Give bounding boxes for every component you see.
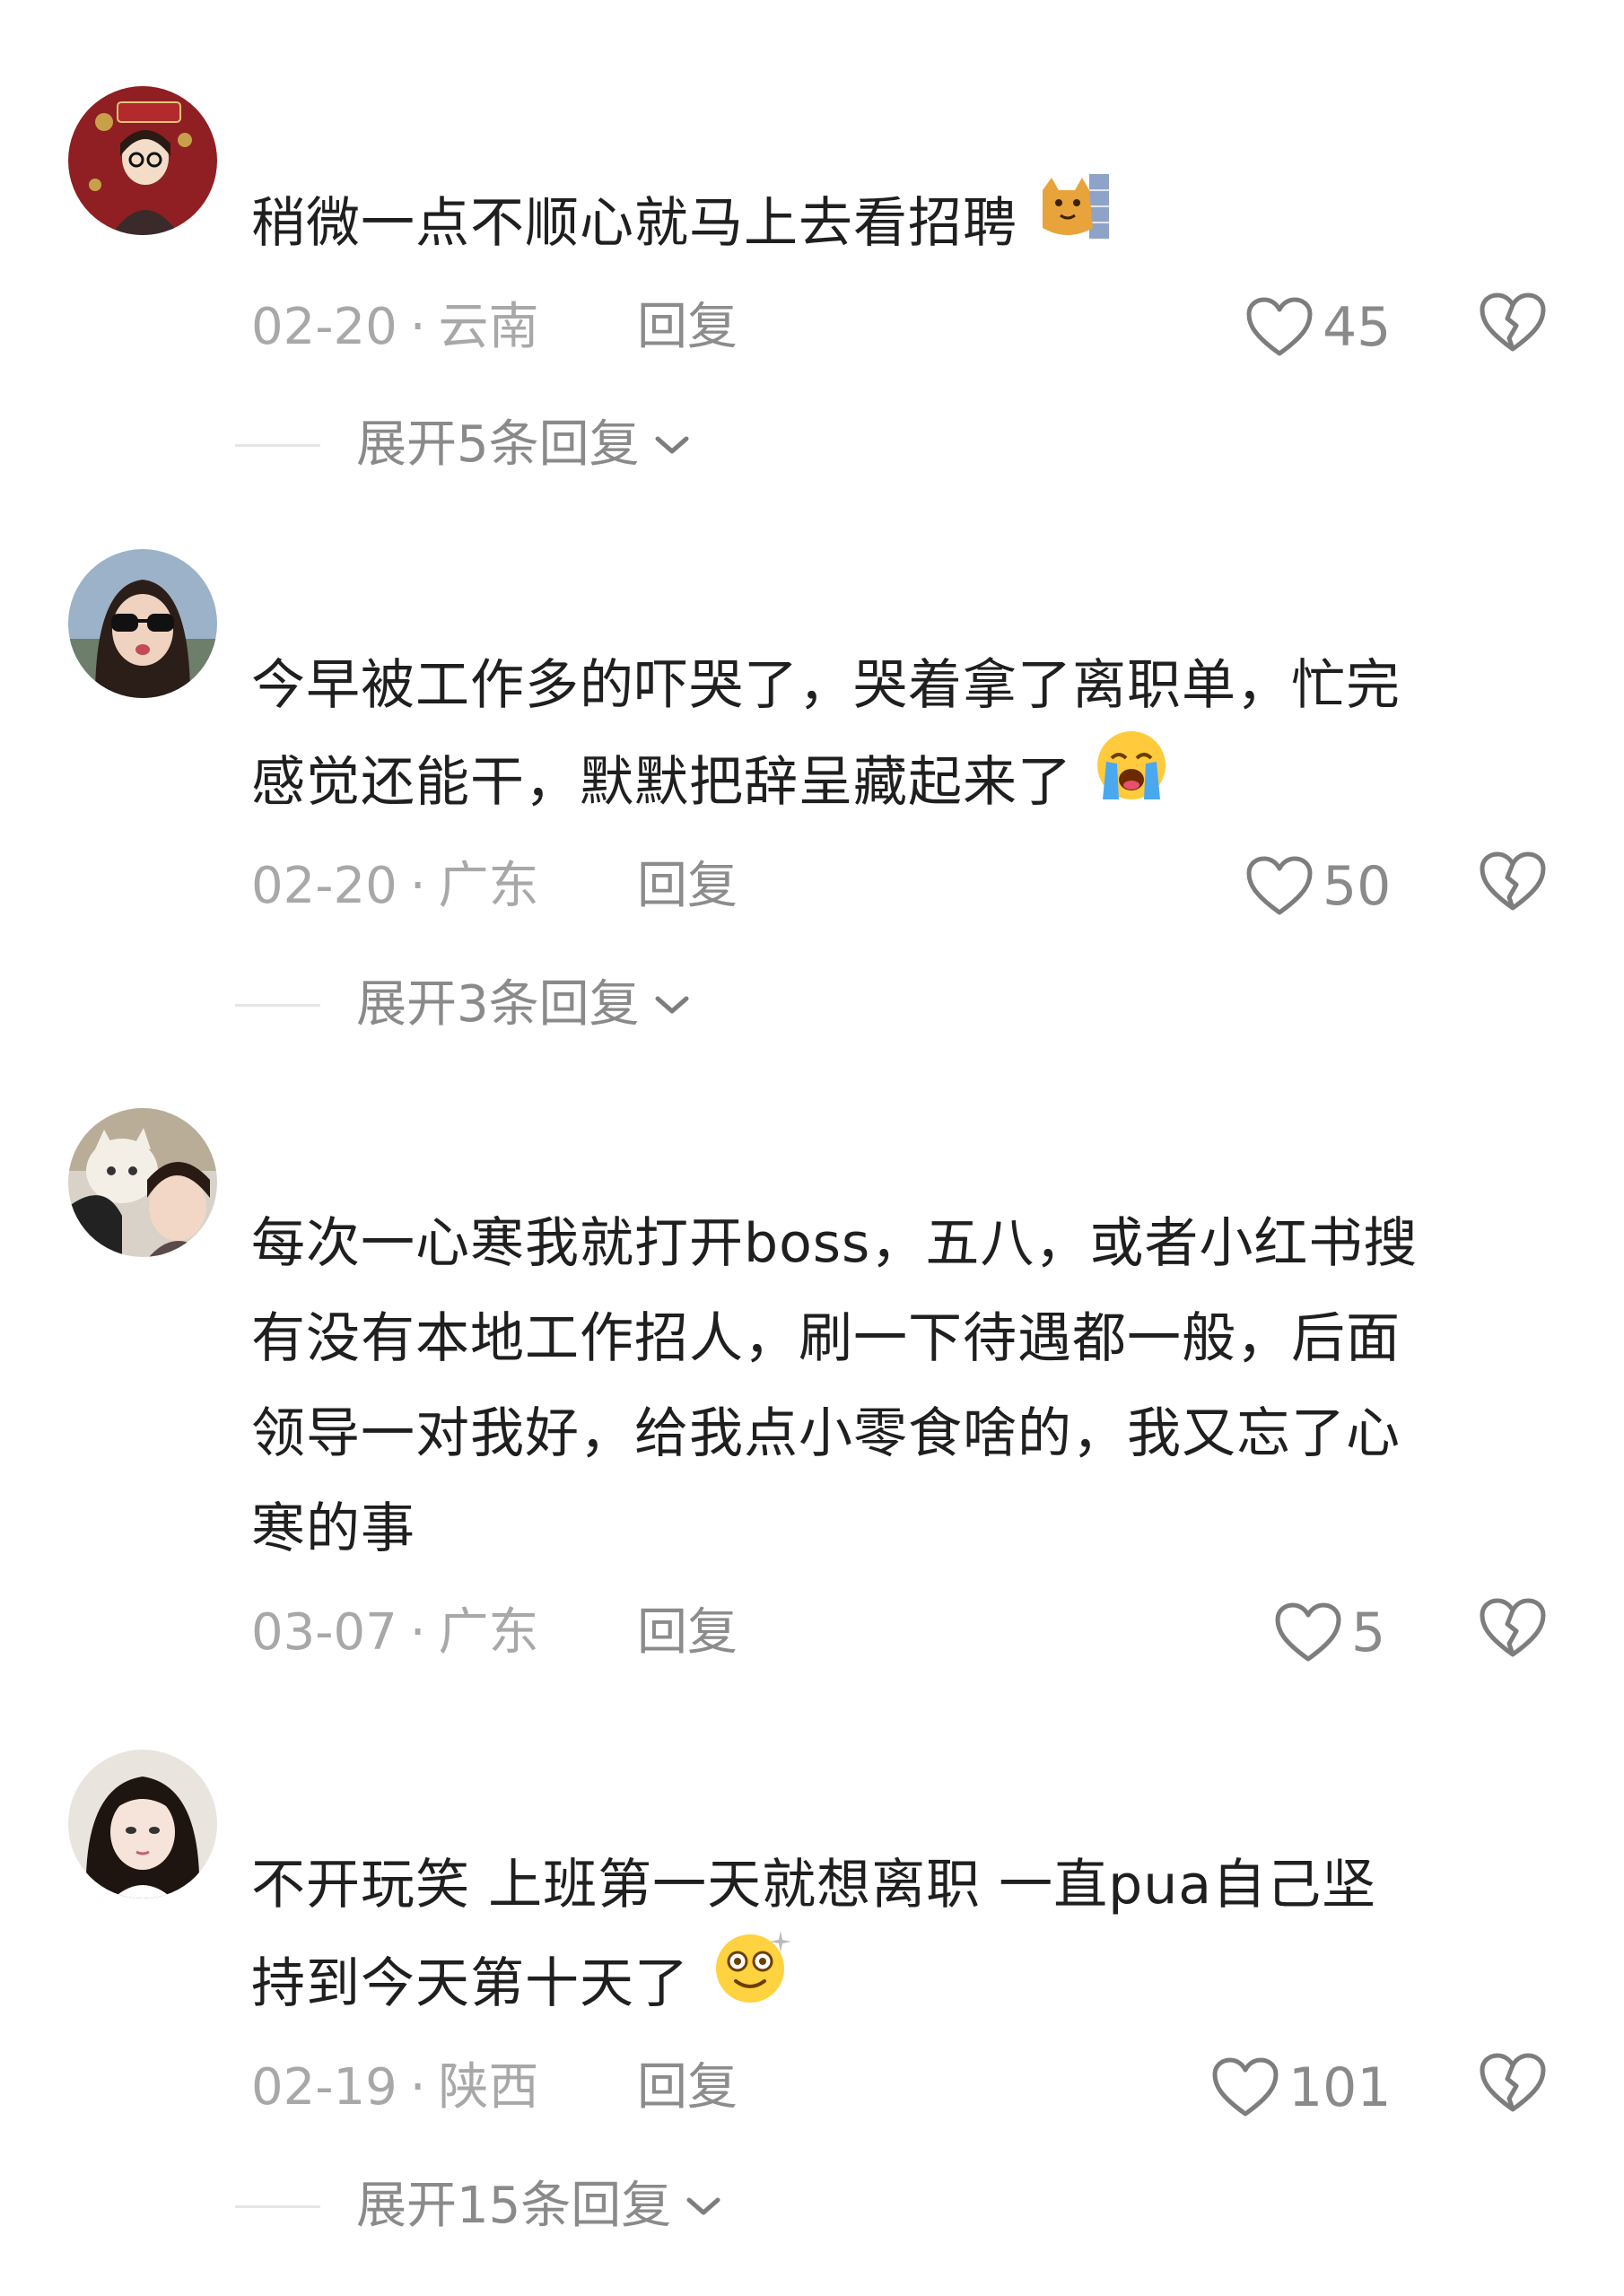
comment-text-content: 感觉还能干，默默把辞呈藏起来了: [251, 751, 1072, 815]
expand-replies-button[interactable]: 展开3条回复: [235, 969, 692, 1041]
divider: [235, 1003, 320, 1007]
like-count: 101: [1288, 2056, 1392, 2119]
comment-location: 云南: [438, 298, 539, 356]
comment-meta: 02-20 · 广东: [251, 851, 539, 922]
broken-heart-icon: [1480, 2053, 1546, 2112]
chevron-down-icon: [655, 996, 689, 1014]
heart-icon: [1275, 1602, 1341, 1662]
expand-replies-button[interactable]: 展开5条回复: [235, 409, 692, 481]
broken-heart-icon: [1480, 1598, 1546, 1657]
expand-replies-label: 展开15条回复: [356, 2177, 672, 2235]
comment-text-line: 今早被工作多的吓哭了，哭着拿了离职单，忙完: [251, 638, 1570, 733]
avatar[interactable]: [68, 1750, 217, 1899]
heart-icon: [1212, 2057, 1279, 2117]
comment-text-line: 有没有本地工作招人，刷一下待遇都一般，后面: [251, 1291, 1570, 1386]
comment-text-line: 持到今天第十天了: [251, 1931, 1570, 2028]
meta-separator: ·: [409, 857, 426, 915]
reply-button[interactable]: 回复: [637, 1597, 738, 1669]
comment-date: 02-19: [251, 2058, 397, 2117]
meta-separator: ·: [409, 1603, 426, 1662]
comment-text-content: 每次一心寒我就打开boss，五八，或者小红书搜: [251, 1212, 1419, 1275]
comment-text-line: 稍微一点不顺心就马上去看招聘: [251, 173, 1570, 271]
comment-meta: 02-20 · 云南: [251, 292, 539, 363]
dislike-button[interactable]: [1479, 292, 1550, 363]
reply-button[interactable]: 回复: [637, 851, 738, 922]
comment-text-content: 领导一对我好，给我点小零食啥的，我又忘了心: [251, 1402, 1401, 1465]
meta-separator: ·: [409, 2058, 426, 2117]
dislike-button[interactable]: [1479, 1597, 1550, 1669]
comment-date: 03-07: [251, 1603, 397, 1662]
expand-replies-label: 展开5条回复: [356, 415, 640, 474]
comment-text-line: 领导一对我好，给我点小零食啥的，我又忘了心: [251, 1386, 1570, 1481]
comment-text-line: 每次一心寒我就打开boss，五八，或者小红书搜: [251, 1196, 1570, 1291]
divider: [235, 2204, 320, 2208]
dislike-button[interactable]: [1479, 851, 1550, 922]
comment-text-content: 稍微一点不顺心就马上去看招聘: [251, 192, 1017, 255]
comment-meta: 02-19 · 陕西: [251, 2052, 539, 2124]
comment-text: 每次一心寒我就打开boss，五八，或者小红书搜 有没有本地工作招人，刷一下待遇都…: [251, 1196, 1570, 1576]
avatar[interactable]: [68, 549, 217, 698]
avatar[interactable]: [68, 86, 217, 235]
broken-heart-icon: [1480, 851, 1546, 911]
like-count: 5: [1351, 1602, 1386, 1664]
comment-text: 不开玩笑 上班第一天就想离职 一直pua自己坚 持到今天第十天了: [251, 1838, 1570, 2028]
dislike-button[interactable]: [1479, 2052, 1550, 2124]
comment-location: 广东: [438, 1603, 539, 1662]
comment-text-content: 寒的事: [251, 1497, 415, 1560]
heart-icon: [1246, 297, 1313, 356]
dizzy-face-emoji-icon: [711, 1927, 793, 2036]
comment-text: 今早被工作多的吓哭了，哭着拿了离职单，忙完 感觉还能干，默默把辞呈藏起来了: [251, 638, 1570, 828]
like-button[interactable]: 45: [1245, 292, 1391, 363]
like-button[interactable]: 101: [1211, 2052, 1392, 2124]
comment-date: 02-20: [251, 298, 397, 356]
loudly-crying-face-emoji-icon: [1094, 728, 1169, 833]
meta-separator: ·: [409, 298, 426, 356]
comment-meta: 03-07 · 广东: [251, 1597, 539, 1669]
heart-icon: [1246, 856, 1313, 915]
like-button[interactable]: 50: [1245, 851, 1391, 922]
comment-text-line: 感觉还能干，默默把辞呈藏起来了: [251, 731, 1570, 828]
like-count: 50: [1323, 855, 1392, 918]
like-count: 45: [1323, 296, 1392, 359]
like-button[interactable]: 5: [1274, 1597, 1385, 1669]
chevron-down-icon: [686, 2197, 720, 2215]
divider: [235, 443, 320, 447]
comment-text-line: 寒的事: [251, 1481, 1570, 1576]
expand-replies-label: 展开3条回复: [356, 975, 640, 1034]
comment-text-content: 不开玩笑 上班第一天就想离职 一直pua自己坚: [251, 1854, 1377, 1916]
avatar[interactable]: [68, 1108, 217, 1257]
comment-date: 02-20: [251, 857, 397, 915]
comment-text-content: 有没有本地工作招人，刷一下待遇都一般，后面: [251, 1307, 1401, 1370]
comment-location: 陕西: [438, 2058, 539, 2117]
expand-replies-button[interactable]: 展开15条回复: [235, 2170, 723, 2242]
reply-button[interactable]: 回复: [637, 292, 738, 363]
reply-button[interactable]: 回复: [637, 2052, 738, 2124]
chevron-down-icon: [655, 436, 689, 454]
comment-text: 稍微一点不顺心就马上去看招聘: [251, 173, 1570, 271]
comment-text-content: 今早被工作多的吓哭了，哭着拿了离职单，忙完: [251, 654, 1401, 717]
comment-text-line: 不开玩笑 上班第一天就想离职 一直pua自己坚: [251, 1838, 1570, 1933]
cat-face-emoji-icon: [1039, 173, 1110, 268]
comment-location: 广东: [438, 857, 539, 915]
comment-text-content: 持到今天第十天了: [251, 1952, 689, 2016]
broken-heart-icon: [1480, 292, 1546, 352]
